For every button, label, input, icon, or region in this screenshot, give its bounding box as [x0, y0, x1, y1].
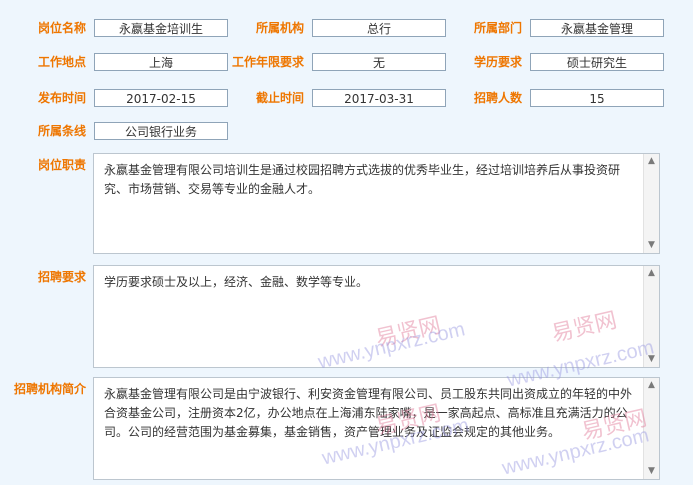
publish-date-label: 发布时间	[37, 91, 86, 105]
org-intro-label: 招聘机构简介	[13, 382, 86, 396]
deadline-label: 截止时间	[255, 91, 304, 105]
arrow-up-icon[interactable]: ▲	[644, 266, 659, 281]
headcount-field[interactable]: 15	[530, 89, 664, 107]
requirements-textarea[interactable]: 学历要求硕士及以上，经济、金融、数学等专业。 ▲ ▼	[93, 265, 660, 368]
arrow-down-icon[interactable]: ▼	[644, 352, 659, 367]
department-field[interactable]: 永嬴基金管理	[530, 19, 664, 37]
arrow-down-icon[interactable]: ▼	[644, 238, 659, 253]
org-intro-scrollbar[interactable]: ▲ ▼	[643, 378, 659, 479]
deadline-field[interactable]: 2017-03-31	[312, 89, 446, 107]
work-location-label: 工作地点	[37, 55, 86, 69]
duties-label: 岗位职责	[37, 158, 86, 172]
department-label: 所属部门	[473, 21, 522, 35]
arrow-up-icon[interactable]: ▲	[644, 378, 659, 393]
requirements-scrollbar[interactable]: ▲ ▼	[643, 266, 659, 367]
education-field[interactable]: 硕士研究生	[530, 53, 664, 71]
work-years-field[interactable]: 无	[312, 53, 446, 71]
business-line-field[interactable]: 公司银行业务	[94, 122, 228, 140]
position-name-label: 岗位名称	[37, 21, 86, 35]
institution-label: 所属机构	[255, 21, 304, 35]
duties-scrollbar[interactable]: ▲ ▼	[643, 154, 659, 253]
headcount-label: 招聘人数	[473, 91, 522, 105]
work-location-field[interactable]: 上海	[94, 53, 228, 71]
business-line-label: 所属条线	[37, 124, 86, 138]
position-name-field[interactable]: 永嬴基金培训生	[94, 19, 228, 37]
duties-textarea[interactable]: 永嬴基金管理有限公司培训生是通过校园招聘方式选拔的优秀毕业生，经过培训培养后从事…	[93, 153, 660, 254]
publish-date-field[interactable]: 2017-02-15	[94, 89, 228, 107]
requirements-text: 学历要求硕士及以上，经济、金融、数学等专业。	[104, 275, 369, 289]
arrow-down-icon[interactable]: ▼	[644, 464, 659, 479]
org-intro-text: 永嬴基金管理有限公司是由宁波银行、利安资金管理有限公司、员工股东共同出资成立的年…	[104, 387, 633, 439]
org-intro-textarea[interactable]: 永嬴基金管理有限公司是由宁波银行、利安资金管理有限公司、员工股东共同出资成立的年…	[93, 377, 660, 480]
arrow-up-icon[interactable]: ▲	[644, 154, 659, 169]
education-label: 学历要求	[473, 55, 522, 69]
institution-field[interactable]: 总行	[312, 19, 446, 37]
requirements-label: 招聘要求	[37, 270, 86, 284]
duties-text: 永嬴基金管理有限公司培训生是通过校园招聘方式选拔的优秀毕业生，经过培训培养后从事…	[104, 163, 621, 196]
work-years-label: 工作年限要求	[231, 55, 304, 69]
